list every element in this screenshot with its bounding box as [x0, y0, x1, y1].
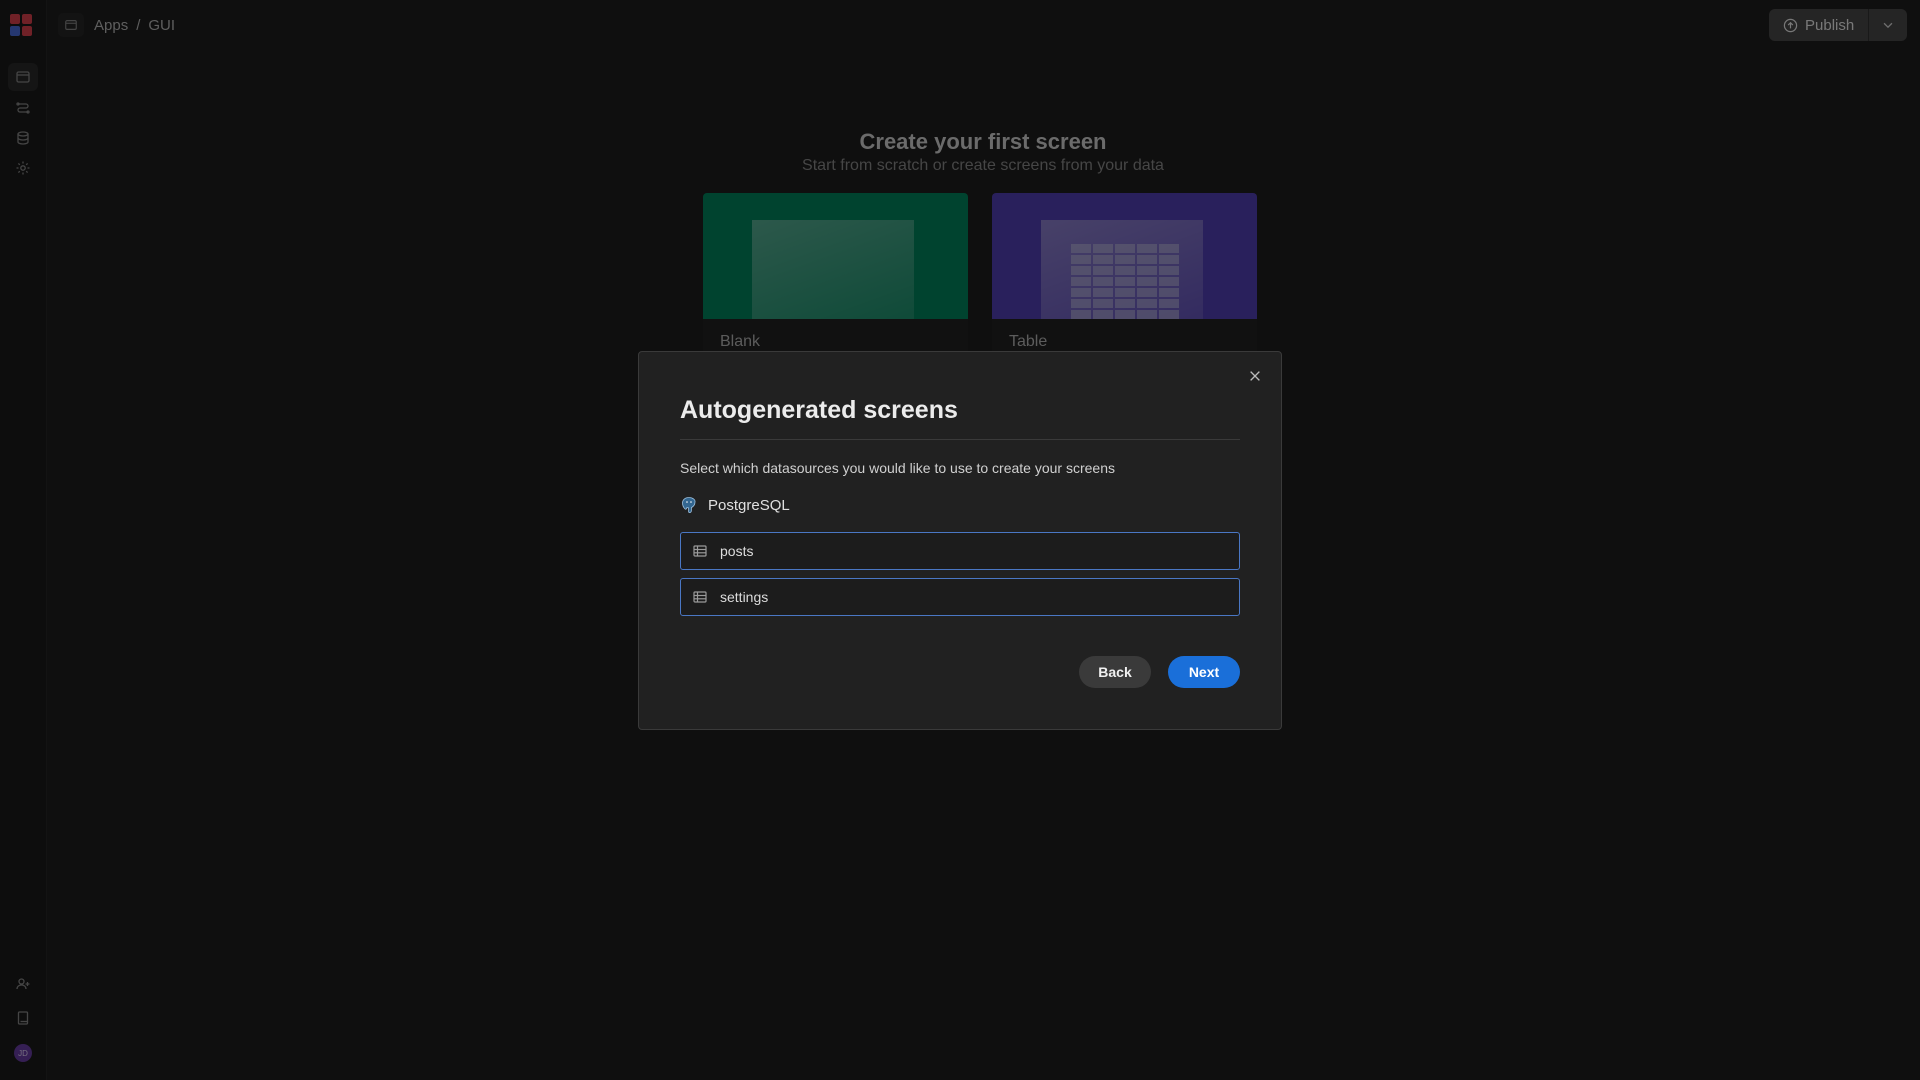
- datasource-header: PostgreSQL: [680, 496, 790, 514]
- modal-title: Autogenerated screens: [680, 396, 958, 424]
- modal-description: Select which datasources you would like …: [680, 460, 1116, 476]
- table-option-posts[interactable]: posts: [680, 532, 1240, 570]
- divider: [680, 439, 1240, 440]
- table-option-settings[interactable]: settings: [680, 578, 1240, 616]
- table-option-label: posts: [720, 543, 754, 559]
- table-icon: [693, 545, 707, 557]
- postgresql-icon: [682, 497, 696, 514]
- datasource-name: PostgreSQL: [708, 496, 790, 514]
- table-option-label: settings: [720, 589, 769, 605]
- next-button[interactable]: Next: [1168, 656, 1240, 688]
- close-icon: [1250, 371, 1260, 381]
- table-icon: [693, 591, 707, 603]
- autogenerated-screens-modal: Autogenerated screens Select which datas…: [638, 351, 1282, 730]
- back-button[interactable]: Back: [1079, 656, 1151, 688]
- close-button[interactable]: [1245, 366, 1265, 386]
